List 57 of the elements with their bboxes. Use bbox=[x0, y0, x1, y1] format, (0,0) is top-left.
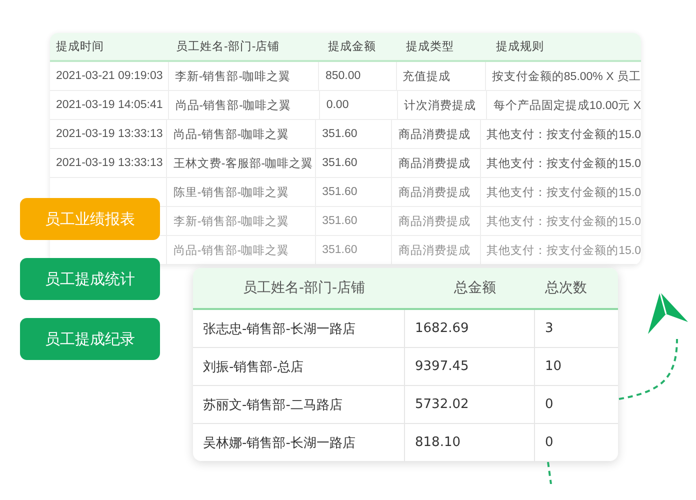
menu-button[interactable]: 员工提成统计 bbox=[20, 258, 160, 300]
table-cell: 0 bbox=[545, 435, 554, 450]
table-cell-text: 按支付金额的85.00% X 员工 bbox=[492, 70, 641, 84]
table-cell: 0.00 bbox=[326, 99, 349, 111]
table-cell: 351.60 bbox=[322, 128, 358, 140]
column-header: 总金额 bbox=[453, 279, 497, 297]
table-cell-text: 尚品-销售部-咖啡之翼 bbox=[173, 243, 290, 258]
table-cell: 850.00 bbox=[325, 70, 361, 82]
table-cell-text: 商品消费提成 bbox=[398, 243, 470, 258]
table-cell-text: 刘振-销售部-总店 bbox=[203, 358, 304, 376]
table-cell-text: 商品消费提成 bbox=[398, 127, 470, 142]
column-header: 提成金额 bbox=[327, 40, 377, 55]
dashed-trail-drawing bbox=[618, 338, 680, 401]
table-cell: 1682.69 bbox=[415, 321, 469, 336]
table-cell: 9397.45 bbox=[415, 359, 469, 374]
table-cell-text: 商品消费提成 bbox=[398, 185, 470, 200]
table-cell-text: 李新-销售部-咖啡之翼 bbox=[173, 214, 290, 228]
table-cell-text: 其他支付：按支付金额的15.0 bbox=[486, 244, 641, 258]
column-header: 员工姓名-部门-店铺 bbox=[242, 279, 366, 297]
table-cell-text: 商品消费提成 bbox=[398, 214, 470, 228]
table-cell-text: 其他支付：按支付金额的15.0 bbox=[486, 156, 641, 170]
column-header: 提成规则 bbox=[495, 40, 545, 55]
menu-button[interactable]: 员工业绩报表 bbox=[20, 198, 160, 240]
table-cell: 10 bbox=[545, 359, 562, 374]
table-cell-text: 计次消费提成 bbox=[404, 98, 476, 112]
table-cell-text: 其他支付：按支付金额的15.0 bbox=[486, 128, 641, 142]
table-cell: 2021-03-19 13:33:13 bbox=[56, 128, 163, 140]
table-cell-text: 李新-销售部-咖啡之翼 bbox=[174, 69, 291, 84]
table-cell: 351.60 bbox=[322, 186, 358, 198]
table-cell-text: 每个产品固定提成10.00元 X bbox=[493, 98, 641, 112]
column-header: 提成时间 bbox=[55, 40, 105, 55]
table-cell-text: 其他支付：按支付金额的15.0 bbox=[486, 214, 641, 228]
menu-button[interactable]: 员工提成纪录 bbox=[20, 318, 160, 360]
table-cell: 5732.02 bbox=[415, 397, 469, 412]
table-cell: 351.60 bbox=[322, 157, 358, 169]
table-cell-text: 王林文费-客服部-咖啡之翼 bbox=[173, 156, 314, 170]
table-cell: 3 bbox=[545, 321, 554, 336]
table-cell-text: 陈里-销售部-咖啡之翼 bbox=[173, 185, 290, 200]
table-cell-text: 苏丽文-销售部-二马路店 bbox=[203, 396, 342, 414]
column-header: 提成类型 bbox=[405, 40, 455, 55]
table-cell-text: 商品消费提成 bbox=[398, 156, 470, 170]
table-cell: 351.60 bbox=[322, 215, 358, 227]
table-cell-text: 尚品-销售部-咖啡之翼 bbox=[173, 127, 290, 142]
table-cell-text: 张志忠-销售部-长湖一路店 bbox=[203, 320, 356, 338]
table-cell-text: 充值提成 bbox=[402, 69, 451, 84]
column-header: 总次数 bbox=[544, 279, 588, 297]
table-cell: 351.60 bbox=[322, 244, 358, 256]
table-cell: 2021-03-21 09:19:03 bbox=[56, 70, 163, 82]
column-header: 员工姓名-部门-店铺 bbox=[175, 39, 281, 55]
table-cell: 2021-03-19 14:05:41 bbox=[56, 99, 163, 111]
table-cell-text: 吴林娜-销售部-长湖一路店 bbox=[203, 434, 356, 452]
table-cell: 0 bbox=[545, 397, 554, 412]
dashed-trail-drawing bbox=[546, 462, 554, 484]
table-cell-text: 尚品-销售部-咖啡之翼 bbox=[175, 98, 291, 112]
table-cell: 818.10 bbox=[415, 435, 460, 450]
table-cell-text: 其他支付：按支付金额的15.0 bbox=[486, 186, 641, 200]
table-cell: 2021-03-19 13:33:13 bbox=[56, 157, 163, 169]
